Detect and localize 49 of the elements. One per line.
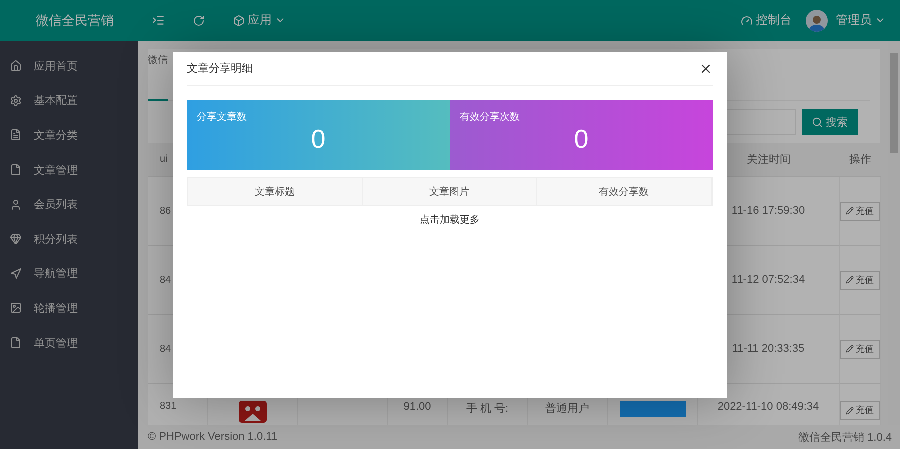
stat-value: 0 [574,124,589,154]
search-button[interactable]: 搜索 [802,109,858,135]
version-text: 微信全民营销 1.0.4 [798,430,892,444]
stat-label: 分享文章数 [197,110,248,124]
column-header: 有效分享数 [537,178,712,205]
pencil-icon [846,276,854,284]
image-icon [10,302,22,314]
sidebar-item[interactable]: 会员列表 [0,187,138,222]
file-icon [10,337,22,350]
cube-icon [233,14,245,26]
sidebar-item[interactable]: 导航管理 [0,256,138,292]
file-icon [10,164,22,176]
stat-label: 有效分享次数 [460,110,521,124]
refresh-icon[interactable] [193,14,205,26]
dialog-title: 文章分享明细 [187,62,253,76]
sidebar-item[interactable]: 单页管理 [0,326,138,360]
stat-value: 0 [311,124,326,154]
avatar-icon[interactable] [806,10,828,32]
pencil-icon [846,406,854,414]
pencil-icon [846,345,854,353]
sidebar-item[interactable]: 轮播管理 [0,291,138,326]
sidebar-item[interactable]: 基本配置 [0,84,138,118]
recharge-button[interactable]: 充值 [840,401,880,420]
navigation-arrow-icon [10,268,22,280]
sidebar-item[interactable]: 积分列表 [0,222,138,257]
document-icon [10,129,22,142]
console-link[interactable]: 控制台 [741,12,792,29]
footer-text: © PHPwork Version 1.0.11 [148,431,278,443]
recharge-button[interactable]: 充值 [840,270,880,290]
column-header: 操作 [840,143,881,177]
pencil-icon [846,207,854,215]
app-menu[interactable]: 应用 [233,12,286,29]
gear-icon [10,94,22,107]
sidebar-item[interactable]: 应用首页 [0,49,138,84]
home-icon [10,60,22,72]
user-menu[interactable]: 管理员 [836,12,886,29]
user-icon [10,198,22,211]
page-tab[interactable]: 微信 [148,49,168,101]
sidebar-item[interactable]: 文章管理 [0,152,138,188]
column-header: 文章标题 [188,178,363,205]
search-icon [812,116,823,128]
gem-icon [10,233,22,246]
brand-name: 微信全民营销 [35,12,115,30]
sidebar-item[interactable]: 文章分类 [0,118,138,153]
menu-icon[interactable] [152,14,165,27]
gauge-icon [741,14,753,26]
recharge-button[interactable]: 充值 [840,340,880,358]
column-header: 文章图片 [362,178,538,205]
recharge-button[interactable]: 充值 [840,202,880,220]
